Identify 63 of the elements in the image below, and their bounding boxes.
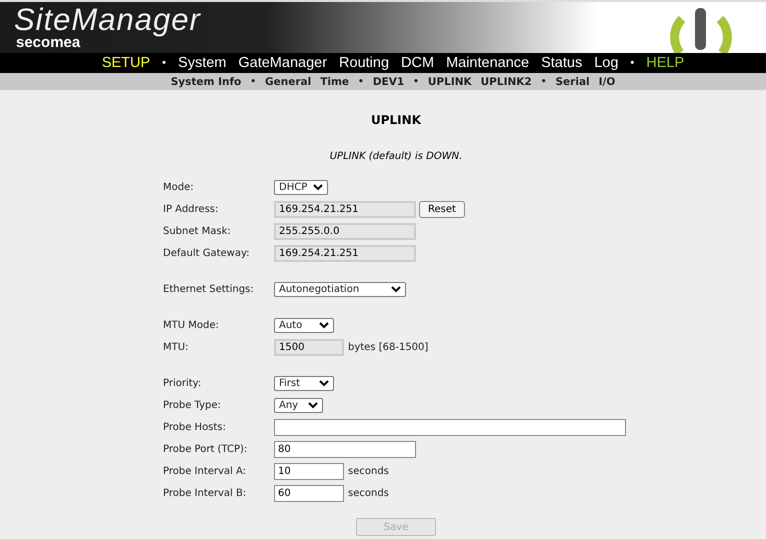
separator-dot: •: [250, 76, 256, 86]
input-field[interactable]: 60: [274, 484, 344, 502]
input-field[interactable]: 10: [274, 462, 344, 480]
separator-dot: •: [358, 76, 364, 86]
field-label: IP Address:: [163, 204, 220, 214]
input-field[interactable]: 1500: [274, 338, 344, 356]
separator-dot: •: [540, 76, 546, 86]
field-label: MTU:: [163, 342, 190, 352]
input-field[interactable]: 80: [274, 440, 416, 458]
status-message: UPLINK (default) is DOWN.: [328, 151, 464, 162]
separator-dot: •: [413, 76, 419, 86]
separator-dot: •: [162, 57, 166, 69]
subnav-link[interactable]: Time: [320, 76, 350, 88]
field-label: Priority:: [163, 378, 202, 388]
nav-link[interactable]: System: [178, 55, 226, 71]
field-label: Probe Hosts:: [163, 422, 227, 432]
subnav-link[interactable]: UPLINK: [428, 76, 472, 88]
page-title: UPLINK: [370, 113, 422, 127]
nav-link[interactable]: Maintenance: [446, 55, 530, 71]
field-label: Probe Port (TCP):: [163, 444, 248, 454]
nav-link[interactable]: Status: [541, 55, 582, 71]
subnav-link[interactable]: I/O: [598, 76, 616, 88]
product-logo: SiteManager: [14, 5, 201, 35]
unit-label: seconds: [348, 488, 389, 498]
brand-logo: secomea: [16, 35, 80, 50]
input-field[interactable]: 169.254.21.251: [274, 200, 416, 218]
field-label: Subnet Mask:: [163, 226, 232, 236]
input-field[interactable]: 169.254.21.251: [274, 244, 416, 262]
dropdown[interactable]: Autonegotiation: [274, 282, 406, 296]
power-icon: [668, 5, 734, 53]
field-label: Probe Interval A:: [163, 466, 248, 476]
subnav-link[interactable]: System Info: [170, 76, 242, 88]
subnav-link[interactable]: Serial: [555, 76, 590, 88]
chevron-icon: [319, 322, 329, 328]
field-label: Default Gateway:: [163, 248, 251, 258]
chevron-icon: [319, 380, 329, 386]
field-label: MTU Mode:: [163, 320, 220, 330]
separator-dot: •: [630, 57, 634, 69]
subnav-link[interactable]: DEV1: [372, 76, 404, 88]
field-label: Probe Interval B:: [163, 488, 248, 498]
chevron-icon: [391, 286, 401, 292]
dropdown[interactable]: DHCP: [274, 180, 328, 194]
nav-link[interactable]: Log: [594, 55, 618, 71]
reset-button[interactable]: Reset: [419, 200, 465, 218]
input-field[interactable]: [274, 418, 626, 436]
nav-link[interactable]: Routing: [339, 55, 390, 71]
help-link[interactable]: HELP: [646, 55, 684, 71]
subnav-link[interactable]: General: [265, 76, 312, 88]
nav-link[interactable]: GateManager: [238, 55, 328, 71]
unit-label: bytes [68-1500]: [348, 342, 428, 352]
chevron-icon: [313, 184, 323, 190]
subnav-link[interactable]: UPLINK2: [480, 76, 532, 88]
field-label: Ethernet Settings:: [163, 284, 255, 294]
dropdown[interactable]: Any: [274, 398, 323, 412]
nav-link[interactable]: SETUP: [102, 55, 150, 71]
input-field[interactable]: 255.255.0.0: [274, 222, 416, 240]
dropdown[interactable]: Auto: [274, 318, 334, 332]
chevron-icon: [308, 402, 318, 408]
nav-link[interactable]: DCM: [401, 55, 434, 71]
dropdown[interactable]: First: [274, 376, 334, 390]
field-label: Probe Type:: [163, 400, 222, 410]
field-label: Mode:: [163, 182, 195, 192]
unit-label: seconds: [348, 466, 389, 476]
